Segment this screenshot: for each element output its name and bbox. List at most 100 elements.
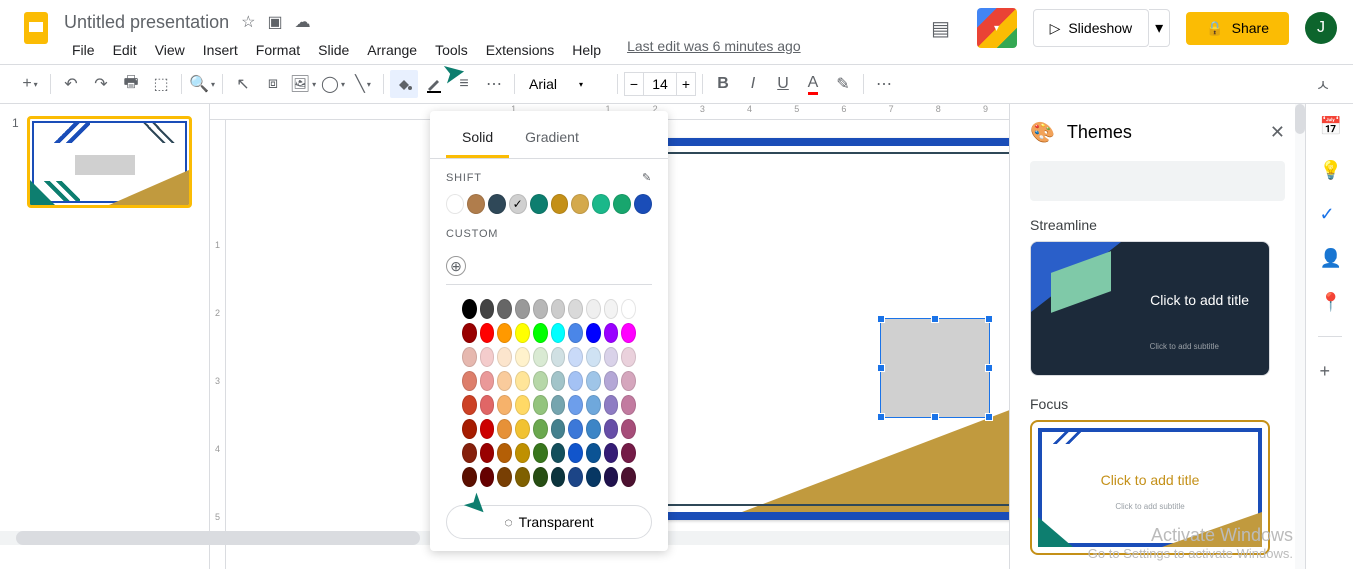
- size-decrease-button[interactable]: −: [624, 72, 644, 96]
- color-swatch[interactable]: [613, 194, 631, 214]
- color-swatch[interactable]: [551, 323, 566, 343]
- color-swatch[interactable]: [497, 443, 512, 463]
- menu-file[interactable]: File: [64, 38, 103, 62]
- color-swatch[interactable]: [551, 467, 566, 487]
- maps-icon[interactable]: 📍: [1320, 292, 1340, 312]
- meet-icon[interactable]: ▾: [977, 8, 1017, 48]
- color-swatch[interactable]: [586, 419, 601, 439]
- line-tool[interactable]: ╲▾: [349, 70, 377, 98]
- color-swatch[interactable]: [533, 323, 548, 343]
- color-swatch[interactable]: [480, 467, 495, 487]
- color-swatch[interactable]: [551, 419, 566, 439]
- menu-insert[interactable]: Insert: [195, 38, 246, 62]
- color-swatch[interactable]: [604, 419, 619, 439]
- color-swatch[interactable]: [568, 323, 583, 343]
- color-swatch[interactable]: [497, 347, 512, 367]
- color-swatch[interactable]: [533, 419, 548, 439]
- size-increase-button[interactable]: +: [676, 72, 696, 96]
- color-swatch[interactable]: [604, 467, 619, 487]
- color-swatch[interactable]: [515, 299, 530, 319]
- font-select[interactable]: Arial ▾: [521, 74, 611, 94]
- color-swatch[interactable]: [604, 395, 619, 415]
- close-icon[interactable]: ✕: [1270, 122, 1285, 143]
- share-button[interactable]: 🔒 Share: [1186, 12, 1289, 45]
- color-swatch[interactable]: [530, 194, 548, 214]
- resize-handle-mr[interactable]: [985, 364, 993, 372]
- color-swatch[interactable]: [568, 443, 583, 463]
- color-swatch[interactable]: [497, 323, 512, 343]
- color-swatch[interactable]: [621, 467, 636, 487]
- color-swatch[interactable]: [621, 419, 636, 439]
- color-swatch[interactable]: [568, 347, 583, 367]
- color-swatch[interactable]: [592, 194, 610, 214]
- color-swatch[interactable]: [568, 299, 583, 319]
- resize-handle-mb[interactable]: [931, 413, 939, 421]
- color-swatch[interactable]: [480, 299, 495, 319]
- menu-slide[interactable]: Slide: [310, 38, 357, 62]
- menu-edit[interactable]: Edit: [105, 38, 145, 62]
- color-swatch[interactable]: [621, 443, 636, 463]
- color-swatch[interactable]: [571, 194, 589, 214]
- color-swatch[interactable]: [621, 299, 636, 319]
- comments-icon[interactable]: ▤: [921, 8, 961, 48]
- color-swatch[interactable]: [480, 443, 495, 463]
- color-swatch[interactable]: [533, 299, 548, 319]
- color-swatch[interactable]: [462, 443, 477, 463]
- color-swatch[interactable]: [488, 194, 506, 214]
- edit-icon[interactable]: ✎: [642, 171, 652, 184]
- color-swatch[interactable]: [497, 371, 512, 391]
- color-swatch[interactable]: [462, 419, 477, 439]
- add-custom-color[interactable]: ⊕: [446, 256, 466, 276]
- color-swatch[interactable]: [515, 347, 530, 367]
- color-swatch[interactable]: [462, 323, 477, 343]
- color-swatch[interactable]: [551, 194, 569, 214]
- color-swatch[interactable]: [586, 371, 601, 391]
- slideshow-dropdown[interactable]: ▾: [1149, 9, 1170, 47]
- gradient-tab[interactable]: Gradient: [509, 119, 595, 158]
- new-slide-button[interactable]: +▾: [16, 70, 44, 98]
- color-swatch[interactable]: [568, 371, 583, 391]
- shape-tool[interactable]: ◯▾: [319, 70, 347, 98]
- font-size-input[interactable]: [644, 72, 676, 96]
- menu-view[interactable]: View: [147, 38, 193, 62]
- select-tool[interactable]: ↖: [229, 70, 257, 98]
- color-swatch[interactable]: [621, 371, 636, 391]
- slide-thumbnail-1[interactable]: [27, 116, 192, 208]
- color-swatch[interactable]: [497, 395, 512, 415]
- color-swatch[interactable]: [497, 419, 512, 439]
- color-swatch[interactable]: [515, 419, 530, 439]
- color-swatch[interactable]: [480, 395, 495, 415]
- slideshow-button[interactable]: ▷ Slideshow: [1033, 9, 1150, 47]
- zoom-button[interactable]: 🔍▾: [188, 70, 216, 98]
- color-swatch[interactable]: [604, 299, 619, 319]
- color-swatch[interactable]: [515, 443, 530, 463]
- color-swatch[interactable]: [462, 371, 477, 391]
- text-color-button[interactable]: A: [799, 70, 827, 98]
- menu-arrange[interactable]: Arrange: [359, 38, 425, 62]
- resize-handle-tl[interactable]: [877, 315, 885, 323]
- color-swatch[interactable]: [497, 299, 512, 319]
- color-swatch[interactable]: [462, 395, 477, 415]
- color-swatch[interactable]: [551, 371, 566, 391]
- color-swatch[interactable]: [604, 443, 619, 463]
- resize-handle-bl[interactable]: [877, 413, 885, 421]
- color-swatch[interactable]: [497, 467, 512, 487]
- color-swatch[interactable]: [480, 347, 495, 367]
- color-swatch[interactable]: [586, 443, 601, 463]
- keep-icon[interactable]: 💡: [1320, 160, 1340, 180]
- resize-handle-tr[interactable]: [985, 315, 993, 323]
- color-swatch[interactable]: [480, 371, 495, 391]
- color-swatch[interactable]: [568, 467, 583, 487]
- color-swatch[interactable]: [621, 323, 636, 343]
- print-button[interactable]: 🖶: [117, 70, 145, 98]
- color-swatch[interactable]: [509, 194, 527, 214]
- color-swatch[interactable]: [533, 443, 548, 463]
- color-swatch[interactable]: [621, 347, 636, 367]
- doc-title[interactable]: Untitled presentation: [64, 12, 229, 33]
- avatar[interactable]: J: [1305, 12, 1337, 44]
- highlight-button[interactable]: ✎: [829, 70, 857, 98]
- resize-handle-br[interactable]: [985, 413, 993, 421]
- undo-button[interactable]: ↶: [57, 70, 85, 98]
- calendar-icon[interactable]: 📅: [1320, 116, 1340, 136]
- color-swatch[interactable]: [462, 467, 477, 487]
